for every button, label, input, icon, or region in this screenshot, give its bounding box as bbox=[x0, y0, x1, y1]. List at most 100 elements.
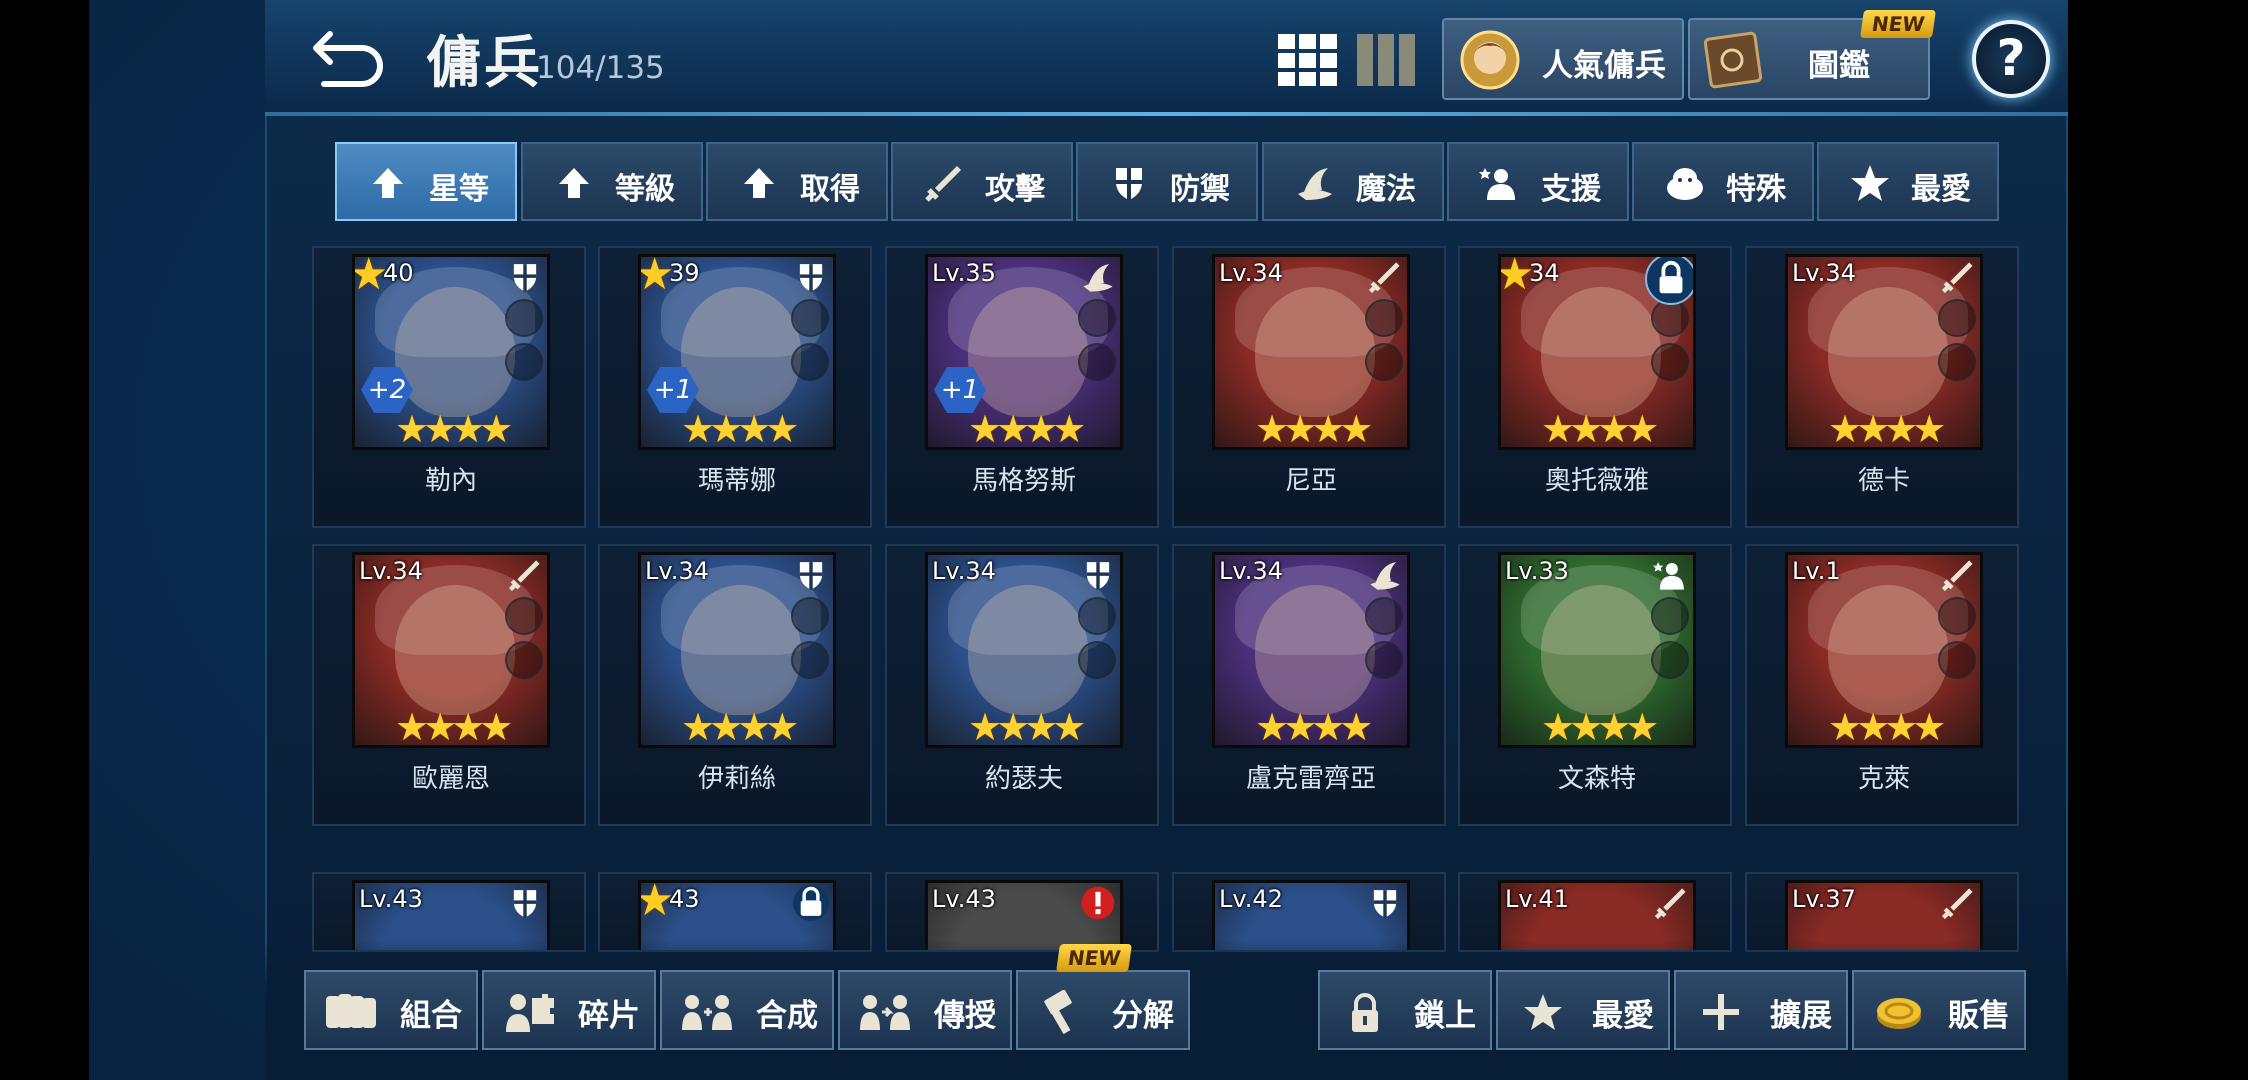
back-arrow-icon bbox=[313, 31, 383, 87]
sword-icon bbox=[1940, 885, 1976, 921]
star-rating: ★★★★ bbox=[681, 407, 799, 450]
shield-icon bbox=[507, 885, 543, 921]
portrait-face bbox=[1541, 585, 1661, 715]
mercenary-name: 勒內 bbox=[424, 466, 477, 496]
mercenary-portrait: ★ 34 ★★★★ bbox=[1498, 254, 1696, 450]
mercenary-card[interactable]: Lv.35 +1 ★★★★ 馬格努斯 bbox=[885, 246, 1159, 528]
fragments-label: 碎片 bbox=[578, 998, 640, 1034]
mercenary-name: 約瑟夫 bbox=[984, 764, 1063, 794]
sword-icon bbox=[507, 557, 543, 593]
star-rating: ★★★★ bbox=[968, 705, 1086, 748]
mercenary-portrait: Lv.34 ★★★★ bbox=[925, 552, 1123, 748]
plus-icon bbox=[1703, 994, 1739, 1030]
level-label: 34 bbox=[1529, 259, 1560, 287]
portrait-face bbox=[968, 287, 1088, 417]
puzzle-person-icon bbox=[506, 994, 554, 1032]
combine-button[interactable]: 組合 bbox=[304, 970, 478, 1050]
star-rating: ★★★★ bbox=[1541, 705, 1659, 748]
disassemble-button[interactable]: 分解 bbox=[1016, 970, 1190, 1050]
mercenary-name: 盧克雷齊亞 bbox=[1245, 764, 1376, 794]
mercenary-card[interactable]: ★ 39 +1 ★★★★ 瑪蒂娜 bbox=[598, 246, 872, 528]
mercenary-card[interactable]: Lv.34 ★★★★ 盧克雷齊亞 bbox=[1172, 544, 1446, 826]
wizard-hat-icon bbox=[1080, 259, 1116, 295]
star-icon bbox=[1849, 162, 1891, 204]
sort-tab-6[interactable]: 支援 bbox=[1447, 142, 1629, 221]
page-title: 傭兵 bbox=[426, 31, 542, 96]
back-button[interactable] bbox=[310, 20, 392, 90]
grid-view-button[interactable] bbox=[1278, 34, 1338, 86]
sort-tab-label: 取得 bbox=[800, 172, 860, 207]
level-label: Lv.41 bbox=[1505, 885, 1569, 913]
rune-slot bbox=[1938, 597, 1976, 635]
level-label: 43 bbox=[669, 885, 700, 913]
star-rating: ★★★★ bbox=[1828, 407, 1946, 450]
rune-slot bbox=[791, 597, 829, 635]
favorite-button[interactable]: 最愛 bbox=[1496, 970, 1670, 1050]
mercenary-name: 瑪蒂娜 bbox=[697, 466, 776, 496]
mercenary-card[interactable]: Lv.34 ★★★★ 約瑟夫 bbox=[885, 544, 1159, 826]
sword-icon bbox=[1653, 885, 1689, 921]
fragments-button[interactable]: 碎片 bbox=[482, 970, 656, 1050]
expand-button[interactable]: 擴展 bbox=[1674, 970, 1848, 1050]
sort-tab-0[interactable]: 星等 bbox=[335, 142, 517, 221]
list-view-button[interactable] bbox=[1357, 34, 1415, 86]
transfer-button[interactable]: 傳授 bbox=[838, 970, 1012, 1050]
disassemble-new-badge: NEW bbox=[1056, 944, 1133, 972]
mercenary-portrait: Lv.34 ★★★★ bbox=[352, 552, 550, 748]
lock-icon bbox=[1352, 993, 1378, 1032]
mercenary-name: 德卡 bbox=[1857, 466, 1910, 496]
sell-button[interactable]: 販售 bbox=[1852, 970, 2026, 1050]
level-label: Lv.33 bbox=[1505, 557, 1569, 585]
mercenary-card[interactable]: Lv.34 ★★★★ 歐麗恩 bbox=[312, 544, 586, 826]
popular-mercenary-button[interactable]: 人氣傭兵 bbox=[1442, 18, 1684, 100]
level-label: Lv.43 bbox=[359, 885, 423, 913]
sort-tab-8[interactable]: 最愛 bbox=[1817, 142, 1999, 221]
list-view-icon bbox=[1357, 34, 1415, 86]
rune-slot bbox=[1651, 343, 1689, 381]
star-rating: ★★★★ bbox=[1255, 705, 1373, 748]
star-rating: ★★★★ bbox=[1541, 407, 1659, 450]
portrait-face bbox=[1255, 585, 1375, 715]
portrait-face bbox=[681, 585, 801, 715]
combine-label: 組合 bbox=[400, 998, 462, 1034]
mercenary-card[interactable]: Lv.34 ★★★★ 尼亞 bbox=[1172, 246, 1446, 528]
wizard-hat-icon bbox=[1294, 162, 1336, 204]
transfer-label: 傳授 bbox=[934, 998, 996, 1034]
level-label: 40 bbox=[383, 259, 414, 287]
sort-tab-2[interactable]: 取得 bbox=[706, 142, 888, 221]
sort-tab-label: 支援 bbox=[1541, 172, 1601, 207]
rune-slot bbox=[791, 641, 829, 679]
lock-label: 鎖上 bbox=[1414, 998, 1476, 1034]
lock-button[interactable]: 鎖上 bbox=[1318, 970, 1492, 1050]
mercenary-portrait: ★ 40 +2 ★★★★ bbox=[352, 254, 550, 450]
help-button[interactable]: ? bbox=[1972, 20, 2050, 98]
mercenary-card[interactable]: ★ 34 ★★★★ 奧托薇雅 bbox=[1458, 246, 1732, 528]
mercenary-portrait: Lv.34 ★★★★ bbox=[1212, 254, 1410, 450]
mercenary-card[interactable]: Lv.33 ★★★★ 文森特 bbox=[1458, 544, 1732, 826]
sort-tab-7[interactable]: 特殊 bbox=[1632, 142, 1814, 221]
shield-icon bbox=[1080, 557, 1116, 593]
lock-icon bbox=[1645, 257, 1693, 305]
level-label: Lv.37 bbox=[1792, 885, 1856, 913]
sort-tab-5[interactable]: 魔法 bbox=[1262, 142, 1444, 221]
synthesize-button[interactable]: 合成 bbox=[660, 970, 834, 1050]
level-label: Lv.34 bbox=[645, 557, 709, 585]
sort-tab-1[interactable]: 等級 bbox=[521, 142, 703, 221]
rune-slot bbox=[791, 299, 829, 337]
sort-tab-4[interactable]: 防禦 bbox=[1076, 142, 1258, 221]
book-icon bbox=[1703, 31, 1763, 89]
sort-tab-label: 魔法 bbox=[1356, 172, 1416, 207]
mercenary-card[interactable]: ★ 40 +2 ★★★★ 勒內 bbox=[312, 246, 586, 528]
rune-slot bbox=[1365, 299, 1403, 337]
sort-tab-3[interactable]: 攻擊 bbox=[891, 142, 1073, 221]
mercenary-name: 克萊 bbox=[1857, 764, 1910, 794]
sword-icon bbox=[923, 162, 965, 204]
level-label: Lv.34 bbox=[932, 557, 996, 585]
rune-slot bbox=[1078, 597, 1116, 635]
level-label: Lv.35 bbox=[932, 259, 996, 287]
mercenary-card[interactable]: Lv.34 ★★★★ 伊莉絲 bbox=[598, 544, 872, 826]
star-rating: ★★★★ bbox=[1255, 407, 1373, 450]
mercenary-card[interactable]: Lv.34 ★★★★ 德卡 bbox=[1745, 246, 2019, 528]
star-rating: ★★★★ bbox=[681, 705, 799, 748]
mercenary-card[interactable]: Lv.1 ★★★★ 克萊 bbox=[1745, 544, 2019, 826]
